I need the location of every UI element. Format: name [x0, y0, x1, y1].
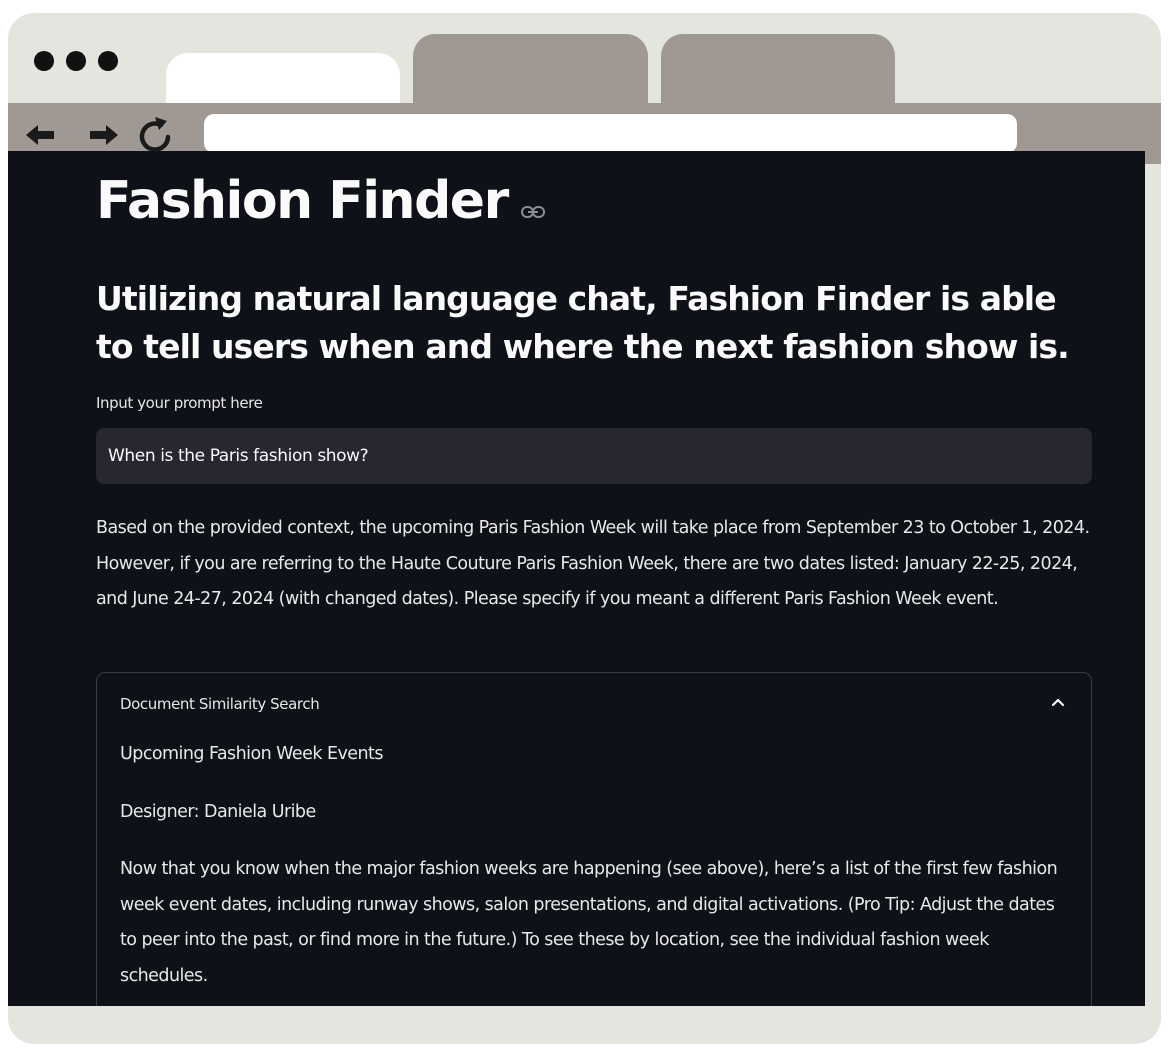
app-content: Fashion Finder Utilizing natural languag…: [8, 151, 1145, 1006]
expander-label[interactable]: Document Similarity Search: [120, 695, 320, 713]
page-title: Fashion Finder: [96, 171, 509, 231]
link-icon[interactable]: [520, 205, 546, 219]
expander-paragraph: Now that you know when the major fashion…: [120, 859, 1058, 986]
expander-body: Upcoming Fashion Week Events Designer: D…: [120, 737, 1070, 1006]
close-window-button[interactable]: [34, 51, 54, 71]
minimize-window-button[interactable]: [66, 51, 86, 71]
browser-tab[interactable]: [661, 34, 895, 105]
prompt-label: Input your prompt here: [96, 394, 263, 412]
arrow-left-icon[interactable]: [22, 117, 58, 153]
expander-paragraph: Upcoming Fashion Week Events: [120, 744, 383, 764]
expander-paragraph: Designer: Daniela Uribe: [120, 801, 316, 822]
window-controls: [34, 51, 118, 71]
document-similarity-expander[interactable]: Document Similarity Search Upcoming Fash…: [96, 672, 1092, 1006]
arrow-right-icon[interactable]: [86, 117, 122, 153]
maximize-window-button[interactable]: [98, 51, 118, 71]
answer-text: Based on the provided context, the upcom…: [96, 518, 1090, 609]
prompt-input[interactable]: [96, 428, 1092, 484]
chevron-up-icon[interactable]: [1051, 697, 1065, 707]
title-row: Fashion Finder: [96, 169, 546, 233]
browser-tab-active[interactable]: [166, 53, 400, 105]
address-bar[interactable]: [204, 114, 1017, 153]
page-subtitle: Utilizing natural language chat, Fashion…: [96, 279, 1070, 366]
browser-tab[interactable]: [413, 34, 648, 105]
reload-icon[interactable]: [135, 113, 175, 155]
